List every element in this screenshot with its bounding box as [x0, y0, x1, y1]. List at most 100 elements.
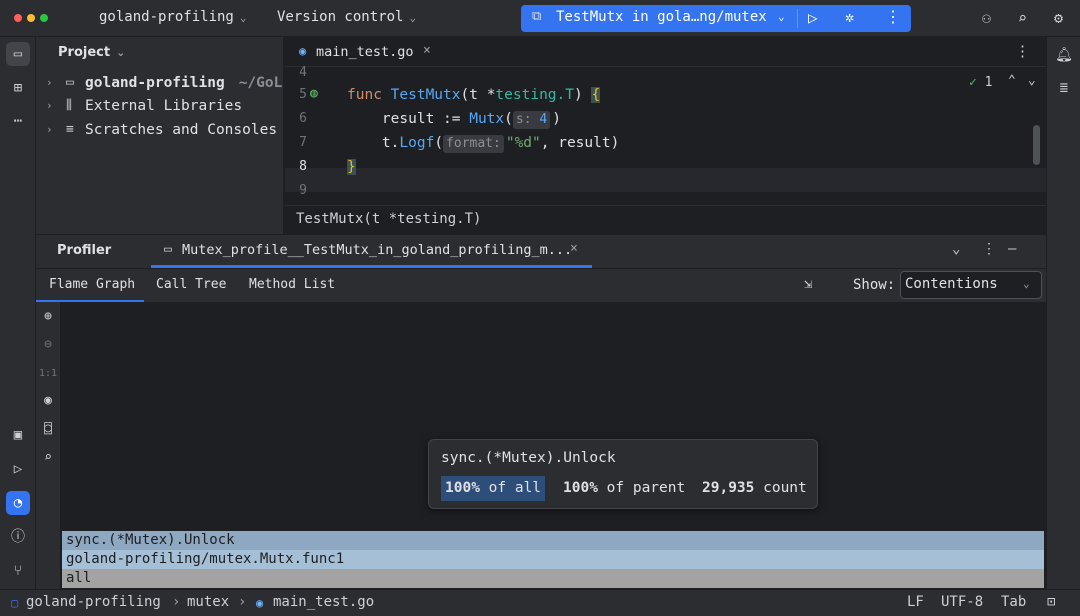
- inspection-count: 1: [984, 75, 993, 90]
- file-encoding[interactable]: UTF-8: [941, 594, 983, 610]
- chevron-right-icon: ›: [238, 594, 247, 610]
- line-number: 6: [299, 111, 307, 126]
- settings-icon[interactable]: ⚙: [1054, 9, 1063, 27]
- tab-flame-graph[interactable]: Flame Graph: [49, 277, 135, 292]
- flame-graph-toolbar: ⊕ ⊖ 1:1 ◉ ⌼ ⌕: [36, 302, 60, 590]
- more-horizontal-icon[interactable]: ⋯: [6, 109, 30, 133]
- chevron-right-icon[interactable]: ›: [46, 76, 53, 89]
- debug-icon[interactable]: ✲: [845, 8, 854, 26]
- status-breadcrumb-file[interactable]: main_test.go: [273, 594, 374, 610]
- breadcrumb-function[interactable]: TestMutx(t *testing.T): [296, 211, 481, 227]
- divider: [797, 9, 798, 28]
- status-breadcrumb-package[interactable]: mutex: [187, 594, 229, 610]
- zoom-out-icon[interactable]: ⊖: [38, 337, 58, 352]
- flame-frame[interactable]: all: [62, 569, 1044, 588]
- check-icon: ✓: [969, 75, 977, 90]
- test-config-icon: ⧉: [532, 9, 542, 24]
- profiler-icon[interactable]: ◔: [6, 491, 30, 515]
- module-icon: ▢: [11, 596, 19, 610]
- user-add-icon[interactable]: ⚇: [982, 9, 991, 27]
- run-test-gutter-icon[interactable]: ◍: [310, 86, 318, 101]
- chevron-up-icon[interactable]: ⌃: [1008, 73, 1028, 88]
- lock-icon[interactable]: ⊡: [1047, 594, 1055, 610]
- chevron-down-icon[interactable]: ⌄: [778, 10, 785, 23]
- database-icon[interactable]: ≣: [1053, 77, 1075, 99]
- tree-item-label: Scratches and Consoles: [85, 122, 278, 138]
- zoom-window-button[interactable]: [40, 14, 48, 22]
- tree-item-external-libraries[interactable]: › ⫼ External Libraries: [36, 96, 283, 118]
- actual-size-icon[interactable]: 1:1: [38, 368, 58, 379]
- problems-icon[interactable]: ⓘ: [6, 525, 30, 549]
- close-window-button[interactable]: [14, 14, 22, 22]
- go-file-icon: ◉: [256, 596, 264, 610]
- folder-icon: ▭: [164, 242, 172, 257]
- search-icon[interactable]: ⌕: [38, 450, 58, 465]
- inlay-hint: format:: [443, 135, 504, 153]
- tooltip-title: sync.(*Mutex).Unlock: [441, 450, 616, 466]
- inspection-widget[interactable]: ✓ 1: [969, 75, 992, 90]
- project-panel-header[interactable]: Project ⌄: [58, 45, 125, 60]
- vcs-selector[interactable]: Version control ⌄: [277, 9, 416, 25]
- flame-graph: sync.(*Mutex).Unlock 100% of all 100% of…: [60, 302, 1046, 590]
- editor-scrollbar[interactable]: [1033, 125, 1040, 165]
- git-branch-icon[interactable]: ⑂: [6, 559, 30, 583]
- chevron-down-icon: ⌄: [116, 46, 126, 59]
- structure-icon[interactable]: ⊞: [6, 76, 30, 100]
- flame-frame[interactable]: goland-profiling/mutex.Mutx.func1: [62, 550, 1044, 569]
- right-tool-strip: 🔔︎ ≣: [1046, 37, 1080, 589]
- close-icon[interactable]: ×: [570, 241, 578, 256]
- run-icon[interactable]: ▷: [808, 8, 818, 27]
- search-icon[interactable]: ⌕: [1018, 9, 1027, 27]
- show-label: Show:: [853, 277, 896, 293]
- run-icon[interactable]: ▷: [6, 457, 30, 481]
- chevron-right-icon[interactable]: ›: [46, 123, 53, 136]
- tab-label: main_test.go: [316, 44, 414, 60]
- tab-method-list[interactable]: Method List: [249, 277, 335, 292]
- go-file-icon: ◉: [299, 44, 307, 58]
- notifications-icon[interactable]: 🔔︎: [1053, 44, 1075, 66]
- project-selector[interactable]: goland-profiling ⌄: [99, 9, 246, 25]
- more-vertical-icon[interactable]: ⋮: [885, 7, 901, 26]
- more-vertical-icon[interactable]: ⋮: [982, 241, 996, 257]
- code-line-5[interactable]: func TestMutx(t *testing.T) {: [347, 83, 601, 107]
- chevron-down-icon: ⌄: [1023, 277, 1030, 290]
- terminal-icon[interactable]: ▣: [6, 423, 30, 447]
- eye-icon[interactable]: ◉: [38, 393, 58, 408]
- minimize-window-button[interactable]: [27, 14, 35, 22]
- indent-setting[interactable]: Tab: [1001, 594, 1026, 610]
- profiler-panel: Profiler ▭ Mutex_profile__TestMutx_in_go…: [36, 234, 1046, 590]
- folder-icon[interactable]: ▭: [6, 42, 30, 66]
- more-vertical-icon[interactable]: ⋮: [1015, 42, 1030, 60]
- code-editor: ◉ main_test.go × ⋮ 4 5 6 7 8 9 ◍ func Te…: [285, 37, 1046, 234]
- show-dropdown[interactable]: Contentions ⌄: [900, 271, 1042, 299]
- code-line-8[interactable]: }: [347, 155, 356, 179]
- code-line-7[interactable]: t.Logf(format: "%d", result): [347, 131, 619, 155]
- flame-frame[interactable]: sync.(*Mutex).Unlock: [62, 531, 1044, 550]
- run-widget: ⧉ TestMutx in gola…ng/mutex ⌄ ▷ ✲ ⋮: [521, 5, 911, 32]
- inlay-hint: s: 4: [512, 111, 551, 129]
- collapse-icon[interactable]: ⇲: [804, 276, 812, 292]
- minimize-icon[interactable]: —: [1008, 241, 1016, 257]
- chevron-down-icon[interactable]: ⌄: [952, 241, 960, 257]
- tab-mutex-profile[interactable]: ▭ Mutex_profile__TestMutx_in_goland_prof…: [151, 235, 592, 268]
- line-number: 8: [299, 159, 307, 174]
- vcs-label: Version control: [277, 9, 404, 25]
- close-icon[interactable]: ×: [423, 43, 431, 58]
- code-line-6[interactable]: result := Mutx(s: 4): [347, 107, 561, 131]
- line-separator[interactable]: LF: [907, 594, 924, 610]
- tooltip-count: 29,935 count: [702, 480, 807, 496]
- frame-tooltip: sync.(*Mutex).Unlock 100% of all 100% of…: [428, 439, 818, 509]
- camera-icon[interactable]: ⌼: [38, 422, 58, 437]
- chevron-down-icon[interactable]: ⌄: [1028, 73, 1046, 88]
- folder-icon: ▭: [66, 75, 74, 90]
- editor-breadcrumb: TestMutx(t *testing.T): [285, 205, 1046, 234]
- current-line-highlight: [285, 168, 1046, 192]
- chevron-right-icon[interactable]: ›: [46, 99, 53, 112]
- tab-call-tree[interactable]: Call Tree: [156, 277, 226, 292]
- run-config-selector[interactable]: TestMutx in gola…ng/mutex: [556, 9, 767, 25]
- status-breadcrumb-project[interactable]: goland-profiling: [26, 594, 161, 610]
- zoom-in-icon[interactable]: ⊕: [38, 309, 58, 324]
- line-number: 9: [299, 183, 307, 198]
- tree-item-project-root[interactable]: › ▭ goland-profiling ~/GoL: [36, 73, 283, 95]
- tree-item-scratches[interactable]: › ≡ Scratches and Consoles: [36, 120, 283, 142]
